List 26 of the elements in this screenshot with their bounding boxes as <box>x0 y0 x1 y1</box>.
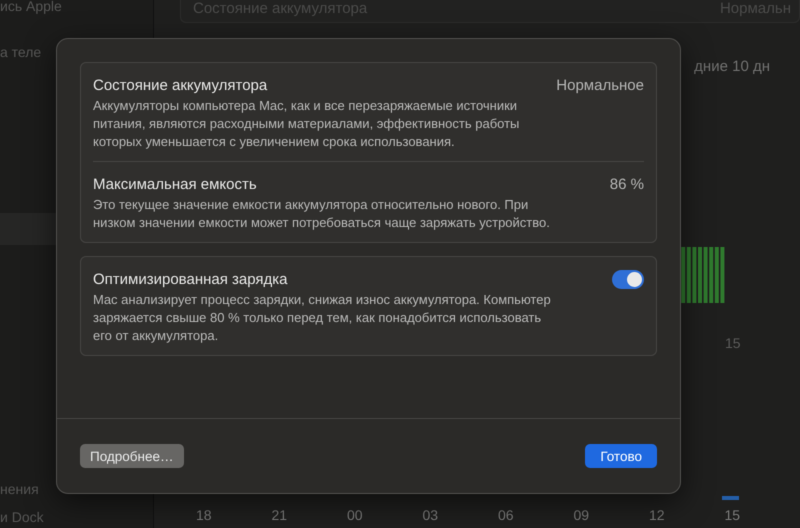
axis-label: 00 <box>347 507 364 523</box>
sidebar-item[interactable]: и Dock <box>0 506 44 528</box>
range-label[interactable]: дние 10 дн <box>694 58 770 74</box>
sidebar-item[interactable]: а теле <box>0 41 42 63</box>
sidebar-item[interactable]: нения <box>0 478 39 500</box>
setting-description: Аккумуляторы компьютера Mac, как и все перезаряжаемые источники питания, являются расходными материалами, эффективность работы которых уменьшается с увеличением срока использования. <box>93 97 520 151</box>
sidebar-item[interactable]: ись Apple <box>0 0 62 17</box>
setting-title: Максимальная емкость <box>93 176 257 192</box>
usage-bar <box>722 496 739 500</box>
axis-label: 15 <box>724 507 742 523</box>
axis-label: 09 <box>574 507 590 523</box>
axis-label: 18 <box>196 507 213 523</box>
setting-title: Состояние аккумулятора <box>93 76 268 94</box>
toggle-switch[interactable] <box>612 270 644 288</box>
axis-label: 03 <box>422 507 440 523</box>
setting-description: Mac анализирует процесс зарядки, снижая износ аккумулятора. Компьютер заряжается свыше 80 % только перед тем, как понадобится использовать его от аккумулятора. <box>93 291 552 345</box>
axis-label: 12 <box>649 507 666 523</box>
setting-value: Нормальное <box>556 76 644 94</box>
axis-label: 06 <box>498 507 515 523</box>
setting-title: Оптимизированная зарядка <box>93 270 288 288</box>
done-button[interactable]: Готово <box>585 444 657 468</box>
setting-value: 86 % <box>610 176 644 192</box>
axis-label: 21 <box>272 507 288 523</box>
setting-description: Это текущее значение емкости аккумулятора относительно нового. При низком значении емкости может потребоваться чаще заряжать устройство. <box>93 196 551 232</box>
more-info-button[interactable]: Подробнее… <box>80 444 184 468</box>
chart-label: 15 <box>725 335 741 351</box>
